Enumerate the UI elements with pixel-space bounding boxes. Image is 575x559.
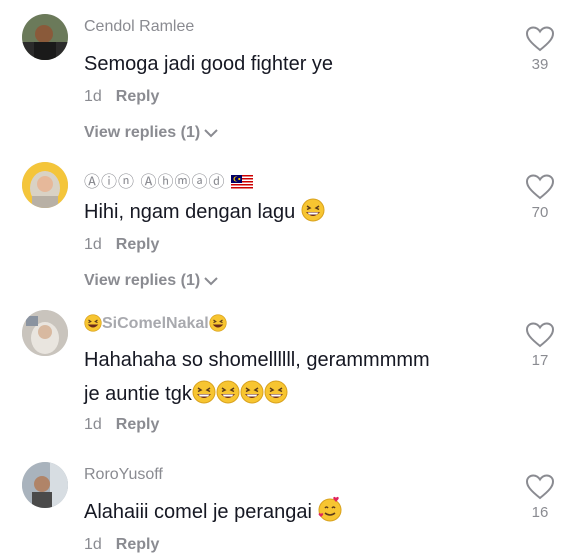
- comment-text-content: Alahaiii comel je perangai: [84, 501, 312, 523]
- view-replies-label: View replies (1): [84, 124, 201, 141]
- heart-icon: [526, 26, 554, 52]
- username[interactable]: SiComelNakal: [84, 314, 227, 333]
- like-count: 17: [531, 352, 549, 369]
- reply-button[interactable]: Reply: [116, 88, 160, 105]
- comment-text-line1: Hahahaha so shomellllll, gerammmmm: [84, 349, 430, 371]
- comment-text-content: Hihi, ngam dengan lagu: [84, 201, 296, 223]
- comment-text: Semoga jadi good fighter ye: [84, 53, 334, 75]
- timestamp: 1d: [84, 416, 102, 433]
- grinning-squinting-emoji: [301, 198, 325, 222]
- comment-meta: 1d Reply: [84, 88, 159, 106]
- timestamp: 1d: [84, 236, 102, 253]
- grinning-squinting-emoji: [209, 314, 227, 332]
- reply-button[interactable]: Reply: [116, 536, 160, 553]
- chevron-down-icon: [204, 129, 218, 138]
- heart-icon: [526, 322, 554, 348]
- comment-meta: 1d Reply: [84, 236, 159, 254]
- grinning-squinting-emoji: [264, 380, 288, 404]
- comment-text: Alahaiii comel je perangai: [84, 496, 343, 528]
- grinning-squinting-emoji: [192, 380, 216, 404]
- avatar[interactable]: [22, 310, 68, 356]
- comment-text-line2: je auntie tgk: [84, 378, 288, 410]
- avatar[interactable]: [22, 462, 68, 508]
- grinning-squinting-emoji: [216, 380, 240, 404]
- like-button[interactable]: 17: [520, 322, 560, 369]
- view-replies-label: View replies (1): [84, 272, 201, 289]
- like-button[interactable]: 16: [520, 474, 560, 521]
- grinning-squinting-emoji: [84, 314, 102, 332]
- like-count: 16: [531, 504, 549, 521]
- heart-icon: [526, 174, 554, 200]
- malaysia-flag-icon: [231, 175, 254, 189]
- comment-text-content: je auntie tgk: [84, 383, 192, 405]
- comment-meta: 1d Reply: [84, 536, 159, 554]
- like-count: 70: [531, 204, 549, 221]
- like-button[interactable]: 39: [520, 26, 560, 73]
- like-count: 39: [531, 56, 549, 73]
- chevron-down-icon: [204, 277, 218, 286]
- grinning-squinting-emoji: [240, 380, 264, 404]
- username[interactable]: Cendol Ramlee: [84, 18, 194, 36]
- timestamp: 1d: [84, 88, 102, 105]
- avatar[interactable]: [22, 162, 68, 208]
- avatar[interactable]: [22, 14, 68, 60]
- timestamp: 1d: [84, 536, 102, 553]
- username-text: Ⓐⓘⓝ Ⓐⓗⓜⓐⓓ: [84, 174, 226, 191]
- comment-text: Hihi, ngam dengan lagu: [84, 196, 325, 228]
- reply-button[interactable]: Reply: [116, 416, 160, 433]
- view-replies-button[interactable]: View replies (1): [84, 272, 218, 290]
- reply-button[interactable]: Reply: [116, 236, 160, 253]
- smiling-face-with-hearts-emoji: [318, 496, 342, 522]
- view-replies-button[interactable]: View replies (1): [84, 124, 218, 142]
- username-text: SiComelNakal: [102, 315, 209, 332]
- username[interactable]: RoroYusoff: [84, 466, 163, 484]
- comment-meta: 1d Reply: [84, 416, 159, 434]
- heart-icon: [526, 474, 554, 500]
- like-button[interactable]: 70: [520, 174, 560, 221]
- username[interactable]: Ⓐⓘⓝ Ⓐⓗⓜⓐⓓ: [84, 168, 254, 192]
